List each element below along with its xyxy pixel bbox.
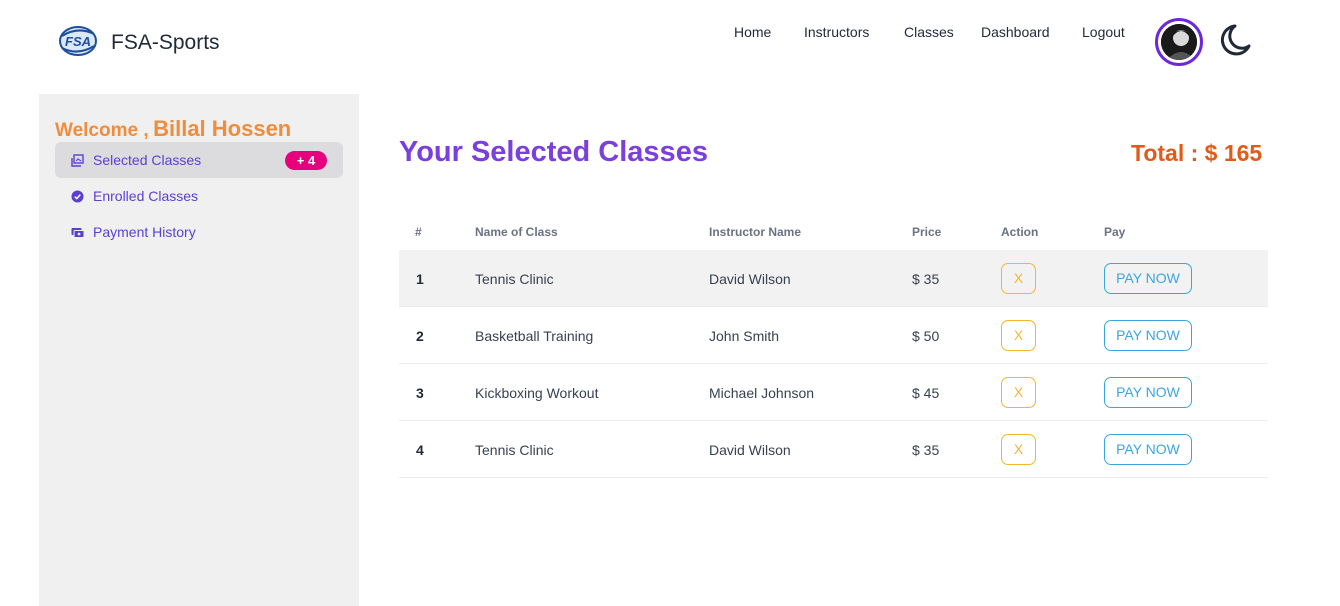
table-row: 3 Kickboxing Workout Michael Johnson $ 4…: [399, 364, 1268, 421]
class-price: $ 45: [912, 385, 940, 401]
class-name: Kickboxing Workout: [475, 385, 599, 401]
class-name: Basketball Training: [475, 328, 594, 344]
nav-logout[interactable]: Logout: [1082, 24, 1125, 40]
class-name: Tennis Clinic: [475, 442, 554, 458]
top-navbar: FSA FSA-Sports Home Instructors Classes …: [0, 0, 1340, 90]
row-index: 3: [416, 385, 424, 401]
user-avatar[interactable]: [1155, 18, 1203, 66]
row-index: 2: [416, 328, 424, 344]
row-index: 4: [416, 442, 424, 458]
table-row: 1 Tennis Clinic David Wilson $ 35 X PAY …: [399, 250, 1268, 307]
nav-dashboard[interactable]: Dashboard: [981, 24, 1050, 40]
table-row: 4 Tennis Clinic David Wilson $ 35 X PAY …: [399, 421, 1268, 478]
column-header-price: Price: [912, 225, 942, 239]
sidebar-item-selected-classes[interactable]: Selected Classes + 4: [55, 142, 343, 178]
column-header-instructor: Instructor Name: [709, 225, 802, 239]
welcome-message: Welcome , Billal Hossen: [55, 116, 291, 142]
class-price: $ 35: [912, 271, 940, 287]
payment-icon: [71, 228, 84, 238]
sidebar-item-label: Selected Classes: [93, 152, 202, 168]
remove-class-button[interactable]: X: [1001, 434, 1036, 465]
sidebar-item-label: Payment History: [93, 224, 196, 240]
collection-icon: [71, 154, 84, 167]
sidebar-item-enrolled-classes[interactable]: Enrolled Classes: [55, 178, 343, 214]
remove-class-button[interactable]: X: [1001, 320, 1036, 351]
class-price: $ 50: [912, 328, 940, 344]
column-header-action: Action: [1001, 225, 1039, 239]
class-name: Tennis Clinic: [475, 271, 554, 287]
column-header-class-name: Name of Class: [475, 225, 558, 239]
instructor-name: David Wilson: [709, 271, 791, 287]
sidebar-item-payment-history[interactable]: Payment History: [55, 214, 343, 250]
total-price: Total : $ 165: [1131, 140, 1263, 166]
nav-instructors[interactable]: Instructors: [804, 24, 869, 40]
instructor-name: John Smith: [709, 328, 780, 344]
remove-class-button[interactable]: X: [1001, 263, 1036, 294]
welcome-label: Welcome ,: [55, 120, 149, 141]
pay-now-button[interactable]: PAY NOW: [1104, 320, 1192, 351]
pay-now-button[interactable]: PAY NOW: [1104, 434, 1192, 465]
dark-mode-toggle[interactable]: [1219, 20, 1259, 60]
nav-home[interactable]: Home: [734, 24, 771, 40]
pay-now-button[interactable]: PAY NOW: [1104, 263, 1192, 294]
pay-now-button[interactable]: PAY NOW: [1104, 377, 1192, 408]
moon-icon: [1220, 24, 1251, 56]
user-name: Billal Hossen: [153, 116, 292, 141]
remove-class-button[interactable]: X: [1001, 377, 1036, 408]
sidebar: Welcome , Billal Hossen Selected Classes…: [39, 94, 359, 606]
instructor-name: David Wilson: [709, 442, 791, 458]
check-circle-icon: [71, 190, 84, 203]
instructor-name: Michael Johnson: [709, 385, 815, 401]
column-header-pay: Pay: [1104, 225, 1126, 239]
nav-classes[interactable]: Classes: [904, 24, 954, 40]
selected-count-badge: + 4: [285, 151, 327, 170]
sidebar-item-label: Enrolled Classes: [93, 188, 199, 204]
column-header-index: #: [415, 225, 422, 239]
row-index: 1: [416, 271, 424, 287]
table-row: 2 Basketball Training John Smith $ 50 X …: [399, 307, 1268, 364]
page-title: Your Selected Classes: [399, 136, 708, 168]
class-price: $ 35: [912, 442, 940, 458]
main-nav: Home Instructors Classes Dashboard Logou…: [0, 24, 1340, 44]
